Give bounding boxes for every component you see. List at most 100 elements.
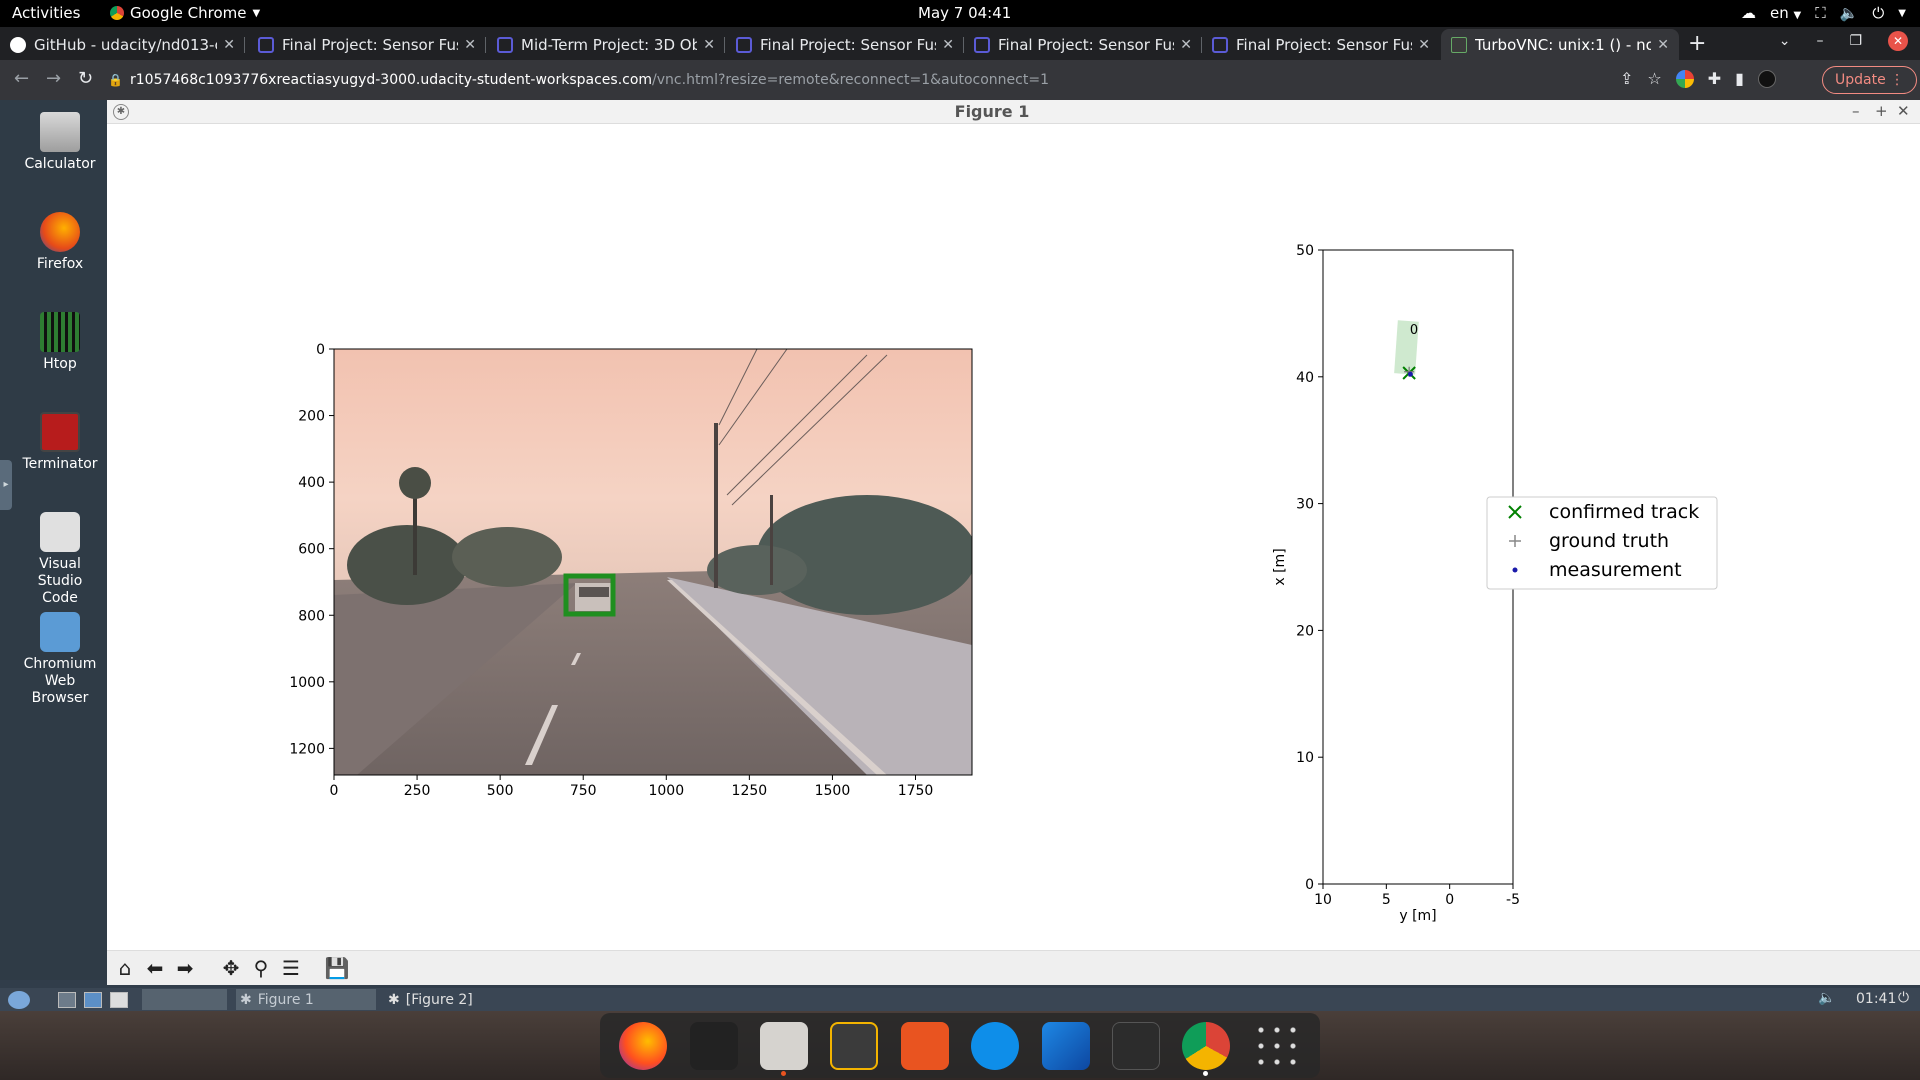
desktop-icon-firefox[interactable]: Firefox [0, 212, 120, 273]
extension-icon[interactable] [1675, 69, 1694, 88]
tab-final-project-4[interactable]: Final Project: Sensor Fusi ✕ [1202, 29, 1440, 60]
workspace-switcher[interactable] [142, 989, 227, 1010]
tab-turbovnc[interactable]: TurboVNC: unix:1 () - noV ✕ [1441, 29, 1679, 60]
extensions-puzzle-icon[interactable]: ✚ [1708, 69, 1721, 88]
desktop-icon-column: Calculator Firefox Htop Terminator Visua… [0, 100, 107, 980]
desktop-icon-label: Calculator [24, 156, 96, 172]
left-y-ticks: 0 200 400 600 800 1000 1200 [289, 342, 334, 757]
language-indicator[interactable]: en ▼ [1770, 4, 1801, 22]
cloud-icon[interactable]: ☁ [1741, 4, 1756, 22]
chrome-icon[interactable] [1182, 1021, 1231, 1076]
configure-subplots-icon[interactable]: ☰ [279, 956, 303, 980]
close-icon[interactable]: ✕ [1897, 102, 1910, 120]
calculator-icon [40, 112, 80, 152]
show-desktop-icon[interactable] [58, 989, 76, 1010]
firefox-icon[interactable] [619, 1021, 668, 1070]
y-tick-label: 50 [1296, 243, 1314, 259]
tab-final-project-2[interactable]: Final Project: Sensor Fusi ✕ [726, 29, 964, 60]
figure-canvas[interactable]: 0 250 500 750 1000 1250 1500 1750 0 200 400 600 800… [107, 125, 1920, 950]
minimize-icon[interactable]: – [1816, 33, 1823, 49]
figure-window: ✱ Figure 1 – + ✕ 0 250 500 750 1000 1250… [107, 100, 1920, 985]
back-icon[interactable]: ← [14, 68, 29, 89]
figure-svg: 0 250 500 750 1000 1250 1500 1750 0200400600800… [289, 243, 1718, 924]
close-icon[interactable]: ✕ [1657, 37, 1669, 53]
desktop-icon-calculator[interactable]: Calculator [0, 112, 120, 173]
back-arrow-icon[interactable]: ⬅ [143, 956, 167, 980]
close-icon[interactable]: ✕ [942, 37, 954, 53]
close-icon[interactable]: ✕ [1180, 37, 1192, 53]
vnc-taskbar: ✱ Figure 1 ✱ [Figure 2] 🔈 01:41 ⏻ [0, 988, 1920, 1011]
bookmark-star-icon[interactable]: ☆ [1647, 69, 1661, 88]
save-icon[interactable]: 💾 [325, 956, 350, 980]
update-button[interactable]: Update ⋮ [1822, 66, 1918, 94]
new-tab-button[interactable]: + [1688, 31, 1706, 56]
restore-icon[interactable]: ❐ [1849, 33, 1862, 49]
home-icon[interactable]: ⌂ [113, 956, 137, 980]
calculator-icon[interactable] [830, 1021, 879, 1070]
tab-github[interactable]: GitHub - udacity/nd013-c2 ✕ [0, 29, 245, 60]
lock-icon[interactable]: 🔒 [108, 73, 123, 87]
close-icon[interactable]: ✕ [464, 37, 476, 53]
desktop-icon-vscode[interactable]: Visual Studio Code [0, 512, 120, 607]
power-icon[interactable]: ⏻ [1898, 990, 1909, 1006]
app-menu[interactable]: Google Chrome ▼ [110, 4, 260, 22]
vscode-icon[interactable] [1041, 1021, 1090, 1070]
legend-label: confirmed track [1549, 501, 1699, 523]
tab-final-project-3[interactable]: Final Project: Sensor Fusi ✕ [964, 29, 1202, 60]
close-icon[interactable]: ✕ [703, 37, 715, 53]
file-manager-icon[interactable] [84, 989, 102, 1010]
udacity-icon [974, 36, 990, 53]
address-bar[interactable]: 🔒 r1057468c1093776xreactiasyugyd-3000.ud… [108, 66, 1660, 94]
network-icon[interactable]: ⛶ [1815, 4, 1826, 22]
desktop-icon-label: Htop [43, 356, 77, 372]
forward-arrow-icon[interactable]: ➡ [173, 956, 197, 980]
share-icon[interactable]: ⇪ [1620, 69, 1633, 88]
maximize-icon[interactable]: + [1875, 102, 1888, 120]
tab-title: Mid-Term Project: 3D Obj [521, 35, 698, 54]
teamviewer-icon[interactable] [971, 1021, 1020, 1070]
y-tick-label: 0 [316, 342, 325, 358]
desktop-icon-label: Firefox [36, 256, 84, 272]
x-tick-label: 0 [1445, 892, 1454, 908]
terminal-icon[interactable] [1111, 1021, 1160, 1070]
profile-avatar[interactable] [1757, 69, 1776, 88]
desktop-icon-terminator[interactable]: Terminator [0, 412, 120, 473]
tab-mid-term-project[interactable]: Mid-Term Project: 3D Obj ✕ [487, 29, 725, 60]
terminal-launcher-icon[interactable] [110, 989, 128, 1010]
zoom-icon[interactable]: ⚲ [249, 956, 273, 980]
x-axis-label: y [m] [1399, 908, 1436, 924]
system-tray[interactable]: ☁ en ▼ ⛶ 🔈 ⏻ ▼ [1741, 4, 1906, 22]
side-panel-icon[interactable]: ▮ [1735, 69, 1744, 88]
close-icon[interactable]: ✕ [223, 37, 235, 53]
figure-title-bar[interactable]: ✱ Figure 1 – + ✕ [107, 100, 1920, 124]
activities-button[interactable]: Activities [12, 4, 80, 22]
tab-search-icon[interactable]: ⌄ [1779, 33, 1791, 49]
volume-icon[interactable]: 🔈 [1818, 990, 1835, 1006]
pan-icon[interactable]: ✥ [219, 956, 243, 980]
taskbar-item-figure-1[interactable]: ✱ Figure 1 [236, 989, 376, 1010]
tab-final-project-1[interactable]: Final Project: Sensor Fusi ✕ [248, 29, 486, 60]
legend-label: ground truth [1549, 530, 1669, 552]
software-center-icon[interactable] [900, 1021, 949, 1070]
start-menu-icon[interactable] [8, 989, 30, 1010]
close-icon[interactable]: ✕ [1418, 37, 1430, 53]
ubuntu-dock [600, 1013, 1320, 1078]
desktop-icon-htop[interactable]: Htop [0, 312, 120, 373]
x-tick-label: 10 [1314, 892, 1332, 908]
matplotlib-icon: ✱ [240, 991, 252, 1008]
reload-icon[interactable]: ↻ [78, 68, 93, 89]
clock[interactable]: May 7 04:41 [918, 4, 1011, 22]
cat-app-icon[interactable] [689, 1021, 738, 1070]
minimize-icon[interactable]: – [1852, 102, 1860, 120]
desktop-icon-label: Terminator [22, 456, 98, 472]
taskbar-item-figure-2[interactable]: ✱ [Figure 2] [384, 989, 524, 1010]
close-window-button[interactable]: ✕ [1888, 31, 1908, 51]
app-grid-icon[interactable] [1252, 1021, 1301, 1070]
volume-icon[interactable]: 🔈 [1840, 4, 1859, 22]
files-icon[interactable] [759, 1021, 808, 1076]
side-panel-handle[interactable]: ▸ [0, 460, 12, 510]
desktop-icon-chromium[interactable]: Chromium Web Browser [0, 612, 120, 707]
power-icon[interactable]: ⏻ [1872, 4, 1884, 22]
chevron-down-icon[interactable]: ▼ [1898, 8, 1906, 19]
forward-icon[interactable]: → [46, 68, 61, 89]
